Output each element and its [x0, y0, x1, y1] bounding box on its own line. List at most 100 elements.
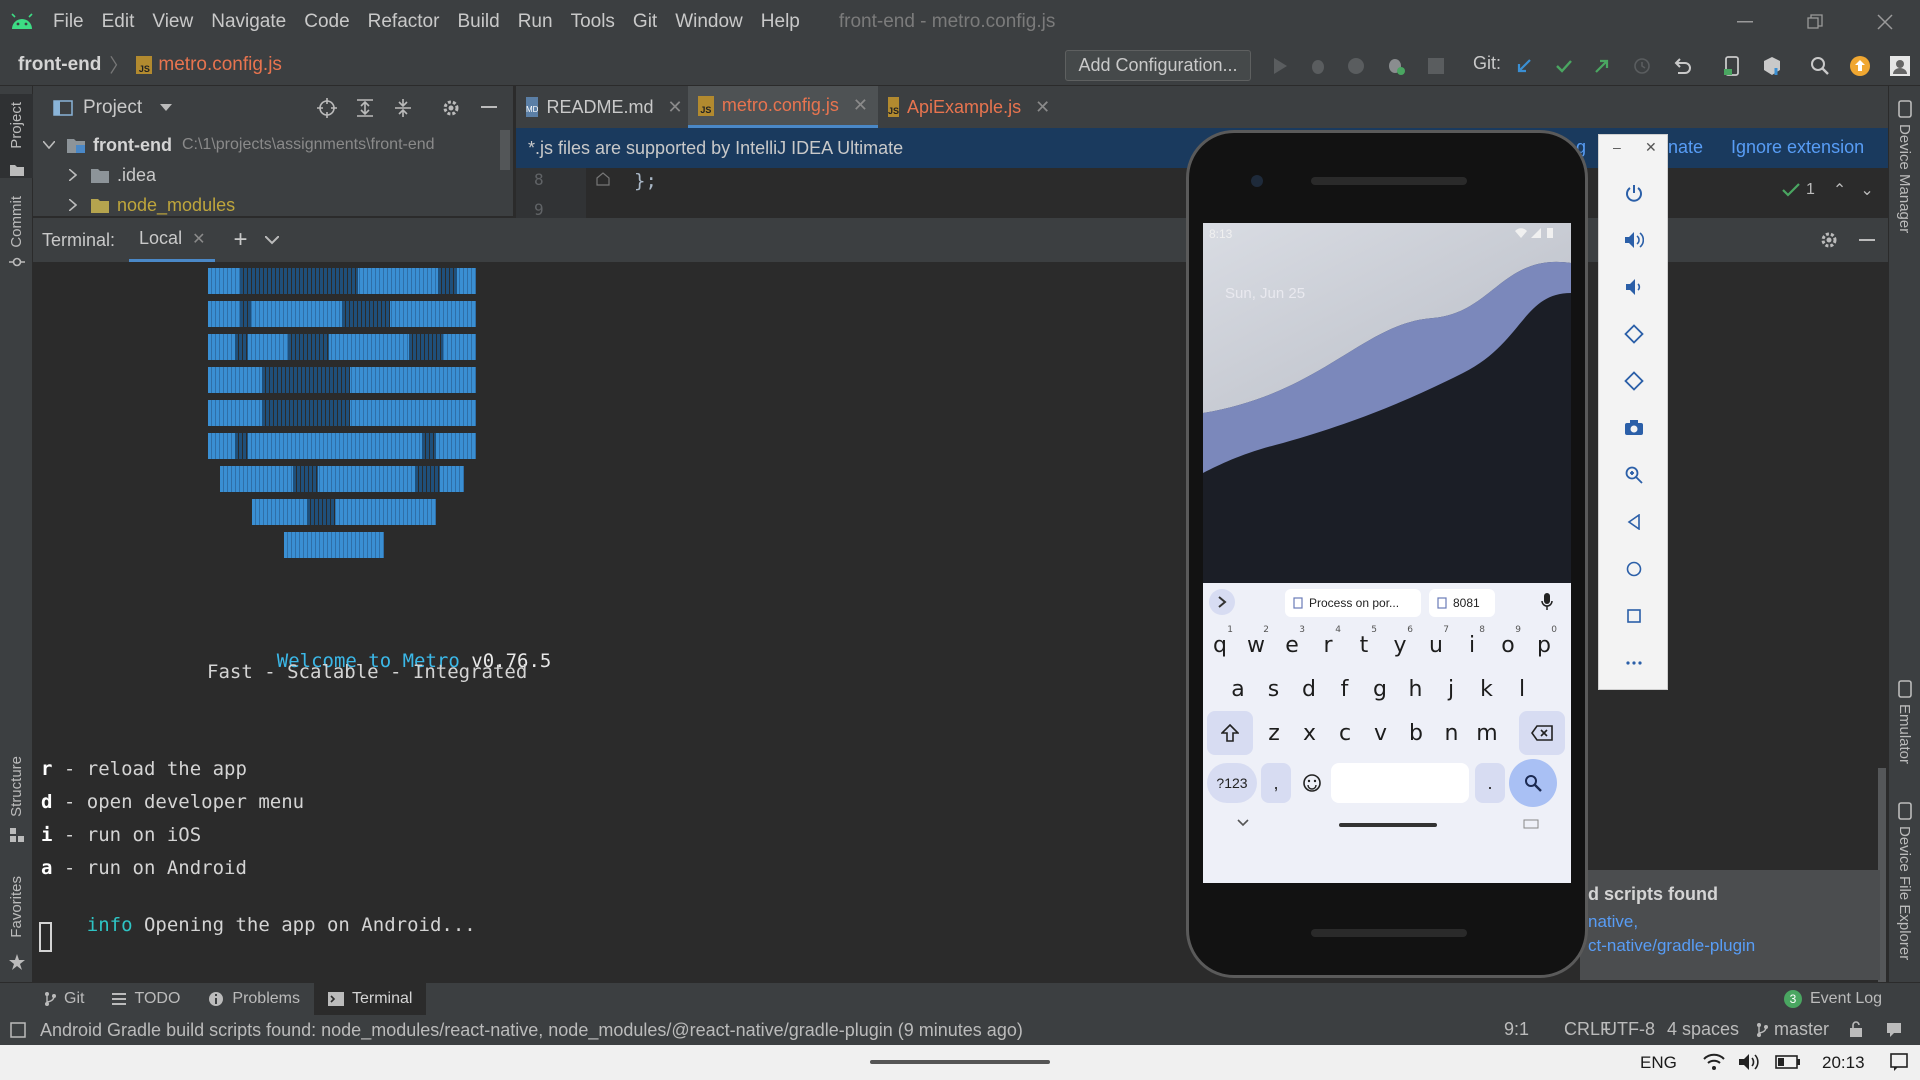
emulator-tool-tab[interactable]: Emulator — [1889, 680, 1920, 790]
key-a[interactable]: a — [1223, 667, 1253, 711]
lock-icon[interactable] — [1848, 1021, 1864, 1037]
key-t[interactable]: t5 — [1349, 623, 1379, 667]
todo-tool-tab[interactable]: TODO — [98, 983, 194, 1016]
more-icon[interactable] — [1620, 649, 1648, 677]
status-message[interactable]: Android Gradle build scripts found: node… — [40, 1020, 1023, 1041]
minimize-button[interactable] — [1710, 0, 1780, 44]
favorites-tool-tab[interactable]: Favorites — [0, 876, 33, 976]
space-key[interactable] — [1331, 763, 1469, 803]
emulator-close-icon[interactable]: ✕ — [1645, 139, 1657, 156]
key-r[interactable]: r4 — [1313, 623, 1343, 667]
backspace-key[interactable] — [1519, 711, 1565, 755]
key-b[interactable]: b — [1401, 711, 1431, 755]
terminal-settings-gear-icon[interactable] — [1819, 230, 1839, 250]
chevron-down-icon[interactable] — [265, 235, 280, 245]
chevron-up-icon[interactable]: ⌃ — [1833, 180, 1846, 200]
notification-link-react-native[interactable]: native, — [1588, 912, 1638, 932]
clipboard-suggestion-2[interactable]: 8081 — [1429, 589, 1495, 617]
home-icon[interactable] — [1620, 555, 1648, 583]
breadcrumb-file[interactable]: metro.config.js — [158, 54, 282, 76]
notifications-icon[interactable] — [1886, 1021, 1902, 1037]
key-m[interactable]: m — [1472, 711, 1502, 755]
status-panel-icon[interactable] — [10, 1022, 26, 1038]
tab-metro-config[interactable]: JS metro.config.js ✕ — [688, 86, 878, 128]
locate-icon[interactable] — [317, 98, 337, 118]
hide-terminal-icon[interactable] — [1859, 239, 1875, 242]
key-h[interactable]: h — [1401, 667, 1431, 711]
indent-setting[interactable]: 4 spaces — [1667, 1019, 1739, 1040]
rotate-left-icon[interactable] — [1620, 320, 1648, 348]
key-q[interactable]: q1 — [1205, 623, 1235, 667]
camera-icon[interactable] — [1620, 414, 1648, 442]
key-n[interactable]: n — [1437, 711, 1467, 755]
tab-api-example[interactable]: JS ApiExample.js ✕ — [878, 86, 1058, 128]
key-e[interactable]: e3 — [1277, 623, 1307, 667]
key-g[interactable]: g — [1365, 667, 1395, 711]
file-encoding[interactable]: UTF-8 — [1604, 1019, 1655, 1040]
menu-item-file[interactable]: File — [44, 11, 93, 33]
ignore-extension-link[interactable]: Ignore extension — [1731, 137, 1864, 158]
emoji-icon[interactable] — [1297, 763, 1327, 803]
menu-item-run[interactable]: Run — [509, 11, 562, 33]
overview-icon[interactable] — [1620, 602, 1648, 630]
key-u[interactable]: u7 — [1421, 623, 1451, 667]
tab-readme[interactable]: MD README.md ✕ — [516, 86, 688, 128]
device-screen[interactable]: 8:13 Sun, Jun 25 Process on por... 8081 … — [1203, 223, 1571, 883]
tree-root[interactable]: front-end C:\1\projects\assignments\fron… — [33, 130, 513, 160]
menu-item-view[interactable]: View — [143, 11, 202, 33]
device-manager-toolbar-icon[interactable] — [1720, 54, 1744, 78]
keyboard-expand-icon[interactable] — [1209, 589, 1235, 615]
git-push-icon[interactable] — [1590, 54, 1614, 78]
git-commit-icon[interactable] — [1552, 54, 1576, 78]
key-p[interactable]: p0 — [1529, 623, 1559, 667]
hide-keyboard-icon[interactable] — [1237, 819, 1249, 827]
key-k[interactable]: k — [1472, 667, 1502, 711]
fold-icon[interactable] — [596, 172, 610, 186]
tree-item-node-modules[interactable]: node_modules — [33, 190, 513, 220]
close-icon[interactable]: ✕ — [853, 95, 868, 116]
chevron-down-icon[interactable]: ⌄ — [1860, 180, 1873, 200]
problems-tool-tab[interactable]: Problems — [194, 983, 314, 1016]
period-key[interactable]: . — [1475, 763, 1505, 803]
emulator-minimize-icon[interactable]: – — [1613, 139, 1621, 155]
back-icon[interactable] — [1620, 508, 1648, 536]
key-l[interactable]: l — [1507, 667, 1537, 711]
close-icon[interactable]: ✕ — [1035, 97, 1050, 118]
event-log-tool-tab[interactable]: 3 Event Log — [1770, 983, 1896, 1016]
wifi-icon[interactable] — [1703, 1053, 1725, 1071]
notification-link-gradle-plugin[interactable]: ct-native/gradle-plugin — [1588, 936, 1755, 956]
banner-link-partial-2[interactable]: nate — [1668, 137, 1703, 158]
key-d[interactable]: d — [1294, 667, 1324, 711]
sdk-manager-icon[interactable] — [1760, 54, 1784, 78]
rotate-right-icon[interactable] — [1620, 367, 1648, 395]
inspection-widget[interactable]: 1 ⌃ ⌄ — [1782, 180, 1874, 200]
menu-item-navigate[interactable]: Navigate — [202, 11, 295, 33]
key-v[interactable]: v — [1366, 711, 1396, 755]
key-i[interactable]: i8 — [1457, 623, 1487, 667]
run-icon[interactable] — [1268, 54, 1292, 78]
project-scrollbar[interactable] — [500, 130, 510, 170]
project-tool-tab[interactable]: Project — [0, 94, 33, 178]
volume-down-icon[interactable] — [1620, 273, 1648, 301]
notification-center-icon[interactable] — [1890, 1053, 1908, 1071]
terminal-tool-tab[interactable]: Terminal — [313, 982, 427, 1016]
stop-icon[interactable] — [1424, 54, 1448, 78]
key-c[interactable]: c — [1330, 711, 1360, 755]
key-f[interactable]: f — [1330, 667, 1360, 711]
breadcrumb-project[interactable]: front-end — [18, 54, 101, 76]
hide-panel-icon[interactable] — [481, 106, 497, 109]
device-manager-tool-tab[interactable]: Device Manager — [1889, 100, 1920, 260]
menu-item-code[interactable]: Code — [295, 11, 358, 33]
key-y[interactable]: y6 — [1385, 623, 1415, 667]
battery-icon[interactable] — [1775, 1055, 1801, 1069]
add-configuration-button[interactable]: Add Configuration... — [1065, 50, 1251, 81]
git-update-icon[interactable] — [1512, 54, 1536, 78]
clock[interactable]: 20:13 — [1822, 1053, 1865, 1073]
key-j[interactable]: j — [1436, 667, 1466, 711]
commit-tool-tab[interactable]: Commit — [0, 196, 33, 286]
structure-tool-tab[interactable]: Structure — [0, 756, 33, 846]
microphone-icon[interactable] — [1541, 593, 1553, 611]
menu-item-window[interactable]: Window — [666, 11, 752, 33]
chevron-down-icon[interactable] — [160, 104, 173, 112]
menu-item-edit[interactable]: Edit — [93, 11, 144, 33]
